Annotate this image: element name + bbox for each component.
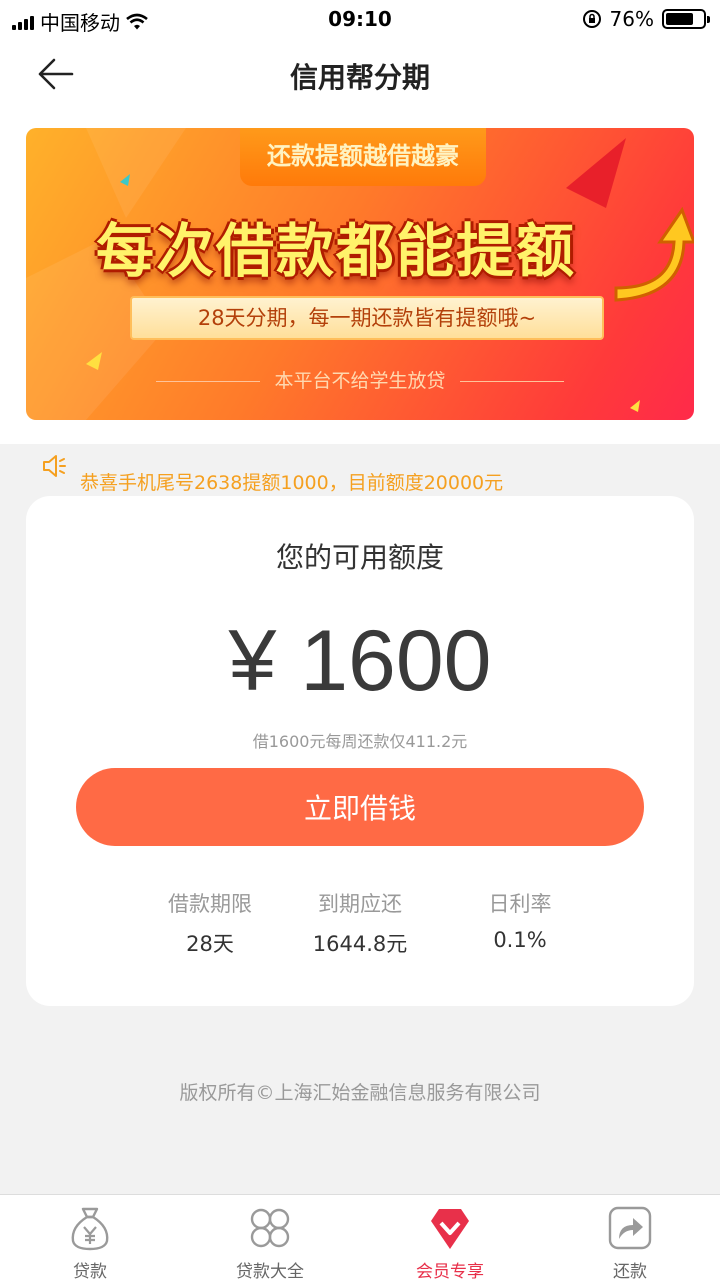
money-bag-icon <box>71 1207 109 1251</box>
stat-value: 1644.8元 <box>312 932 408 956</box>
stat-rate: 日利率 0.1% <box>440 888 600 952</box>
stat-value: 0.1% <box>493 928 547 952</box>
rotation-lock-icon <box>582 10 601 28</box>
banner-ribbon: 28天分期，每一期还款皆有提额哦~ <box>130 296 604 340</box>
credit-card: 您的可用额度 ¥ 1600 借1600元每周还款仅411.2元 立即借钱 借款期… <box>26 496 694 1006</box>
nav-bar: 信用帮分期 <box>0 40 720 110</box>
diamond-icon <box>431 1209 469 1249</box>
battery-fill <box>666 13 694 25</box>
speaker-icon <box>43 455 66 477</box>
share-arrow-icon <box>608 1206 652 1250</box>
stat-label: 到期应还 <box>318 892 402 916</box>
notice-bar: 恭喜手机尾号2638提额1000，目前额度20000元 <box>42 452 702 496</box>
notice-text: 恭喜手机尾号2638提额1000，目前额度20000元 <box>80 472 504 494</box>
grid-icon <box>250 1208 290 1248</box>
credit-title: 您的可用额度 <box>275 541 444 574</box>
tab-bar: 贷款 贷款大全 会员专享 还款 <box>0 1194 720 1280</box>
status-bar: 中国移动 09:10 76% <box>0 0 720 40</box>
tab-member[interactable]: 会员专享 <box>360 1195 540 1280</box>
copyright-text: 版权所有©上海汇始金融信息服务有限公司 <box>179 1082 541 1104</box>
stat-value: 28天 <box>186 932 234 956</box>
tab-label: 贷款 <box>73 1262 107 1280</box>
credit-amount: ¥ 1600 <box>228 613 492 709</box>
battery-percent: 76% <box>609 7 654 31</box>
curved-arrow-icon <box>614 206 694 302</box>
page-title: 信用帮分期 <box>289 61 430 94</box>
promo-banner[interactable]: 还款提额越借越豪 每次借款都能提额 28天分期，每一期还款皆有提额哦~ 本平台不… <box>26 128 694 420</box>
tab-label: 会员专享 <box>416 1262 484 1280</box>
repayment-hint: 借1600元每周还款仅411.2元 <box>252 732 468 751</box>
tab-label: 还款 <box>613 1262 647 1280</box>
tab-loan-list[interactable]: 贷款大全 <box>180 1195 360 1280</box>
stat-due: 到期应还 1644.8元 <box>280 888 440 958</box>
stat-label: 借款期限 <box>168 892 252 916</box>
stat-label: 日利率 <box>488 892 552 916</box>
banner-tag: 还款提额越借越豪 <box>240 128 486 186</box>
battery-icon <box>662 9 710 29</box>
tab-repay[interactable]: 还款 <box>540 1195 720 1280</box>
stat-term: 借款期限 28天 <box>130 888 290 958</box>
borrow-now-button[interactable]: 立即借钱 <box>76 768 644 846</box>
banner-section: 还款提额越借越豪 每次借款都能提额 28天分期，每一期还款皆有提额哦~ 本平台不… <box>0 110 720 444</box>
banner-note: 本平台不给学生放贷 <box>26 366 694 393</box>
tab-label: 贷款大全 <box>236 1262 304 1280</box>
banner-headline: 每次借款都能提额 <box>95 217 576 285</box>
loan-stats: 借款期限 28天 到期应还 1644.8元 日利率 0.1% <box>26 888 694 958</box>
back-arrow-icon[interactable] <box>34 54 78 94</box>
tab-loan[interactable]: 贷款 <box>0 1195 180 1280</box>
